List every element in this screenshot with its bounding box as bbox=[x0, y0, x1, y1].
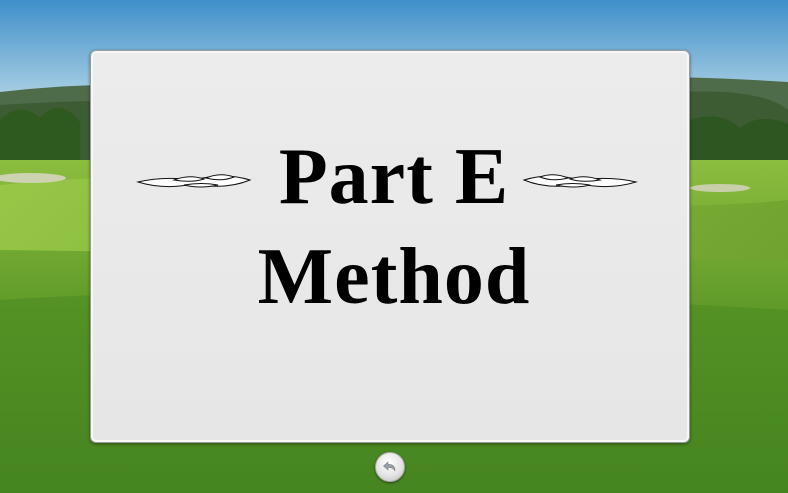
slide-title-part: Part E bbox=[278, 133, 510, 221]
back-button[interactable] bbox=[375, 452, 405, 482]
slide-title-method: Method bbox=[257, 233, 531, 321]
return-arrow-icon bbox=[383, 461, 396, 472]
